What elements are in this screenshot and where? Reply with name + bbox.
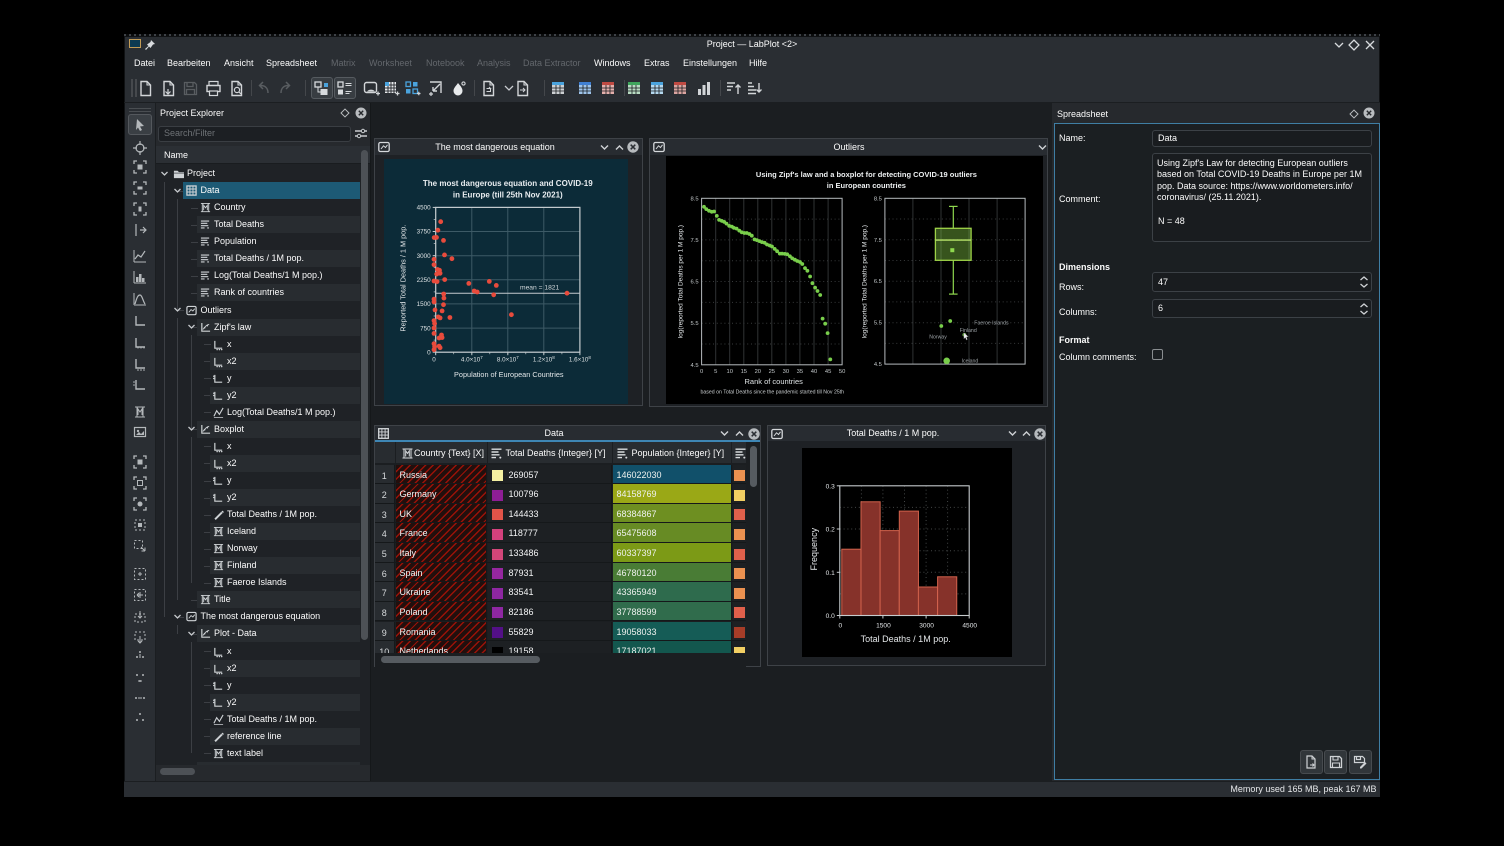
svg-text:5: 5 [714, 369, 717, 375]
svg-text:in European countries: in European countries [827, 181, 906, 190]
svg-text:4500: 4500 [417, 205, 432, 212]
svg-text:1.2×108: 1.2×108 [533, 355, 555, 364]
svg-text:Faeroe Islands: Faeroe Islands [974, 320, 1009, 326]
svg-text:0: 0 [427, 349, 431, 356]
svg-text:log(reported Total Deaths per: log(reported Total Deaths per 1 M pop.) [678, 225, 685, 338]
svg-text:4.0×107: 4.0×107 [461, 355, 483, 364]
svg-text:3000: 3000 [417, 253, 432, 260]
svg-text:1500: 1500 [417, 301, 432, 308]
svg-text:35: 35 [797, 369, 803, 375]
svg-text:6.5: 6.5 [874, 279, 882, 285]
svg-text:Rank of countries: Rank of countries [745, 377, 804, 386]
svg-text:50: 50 [839, 369, 845, 375]
svg-text:3750: 3750 [417, 229, 432, 236]
svg-text:8.5: 8.5 [874, 196, 882, 202]
svg-text:15: 15 [741, 369, 747, 375]
svg-text:3000: 3000 [919, 622, 934, 629]
svg-text:Using Zipf's law and a boxplot: Using Zipf's law and a boxplot for detec… [756, 170, 977, 179]
svg-text:0: 0 [838, 622, 842, 629]
svg-text:log(reported Total Deaths per: log(reported Total Deaths per 1 M pop.) [862, 225, 869, 338]
svg-text:2250: 2250 [417, 277, 432, 284]
svg-text:4.5: 4.5 [691, 363, 699, 369]
svg-text:Finland: Finland [960, 328, 977, 334]
svg-text:10: 10 [726, 369, 732, 375]
svg-text:30: 30 [783, 369, 789, 375]
svg-text:40: 40 [811, 369, 817, 375]
svg-text:0.3: 0.3 [825, 483, 834, 490]
svg-text:0: 0 [700, 369, 703, 375]
svg-text:750: 750 [420, 325, 431, 332]
svg-text:4.5: 4.5 [874, 362, 882, 368]
svg-text:8.0×107: 8.0×107 [497, 355, 519, 364]
svg-text:in Europe (till 25th Nov 2021): in Europe (till 25th Nov 2021) [453, 191, 563, 200]
svg-text:0.0: 0.0 [825, 613, 834, 620]
svg-text:1.6×108: 1.6×108 [569, 355, 591, 364]
svg-text:8.5: 8.5 [691, 196, 699, 202]
svg-text:45: 45 [825, 369, 831, 375]
svg-text:0.1: 0.1 [825, 569, 834, 576]
svg-text:The most dangerous equation an: The most dangerous equation and COVID-19 [423, 179, 593, 188]
svg-text:4500: 4500 [962, 622, 977, 629]
svg-text:20: 20 [755, 369, 761, 375]
svg-text:based on Total Deaths since th: based on Total Deaths since the pandemic… [701, 390, 845, 396]
svg-text:Reported Total Deaths / 1 M po: Reported Total Deaths / 1 M pop. [398, 225, 407, 332]
svg-text:Norway: Norway [929, 334, 947, 340]
svg-text:0.2: 0.2 [825, 526, 834, 533]
svg-text:Population of European Countri: Population of European Countries [454, 370, 564, 379]
svg-text:7.5: 7.5 [691, 238, 699, 244]
svg-text:25: 25 [769, 369, 775, 375]
svg-text:Iceland: Iceland [962, 359, 979, 365]
svg-text:5.5: 5.5 [691, 321, 699, 327]
svg-text:mean = 1821: mean = 1821 [520, 285, 560, 292]
svg-text:6.5: 6.5 [691, 280, 699, 286]
svg-text:Frequency: Frequency [809, 527, 819, 570]
svg-text:0: 0 [432, 357, 436, 364]
svg-text:Total Deaths / 1M pop.: Total Deaths / 1M pop. [860, 634, 950, 644]
svg-text:1500: 1500 [876, 622, 891, 629]
svg-text:7.5: 7.5 [874, 238, 882, 244]
svg-text:5.5: 5.5 [874, 321, 882, 327]
